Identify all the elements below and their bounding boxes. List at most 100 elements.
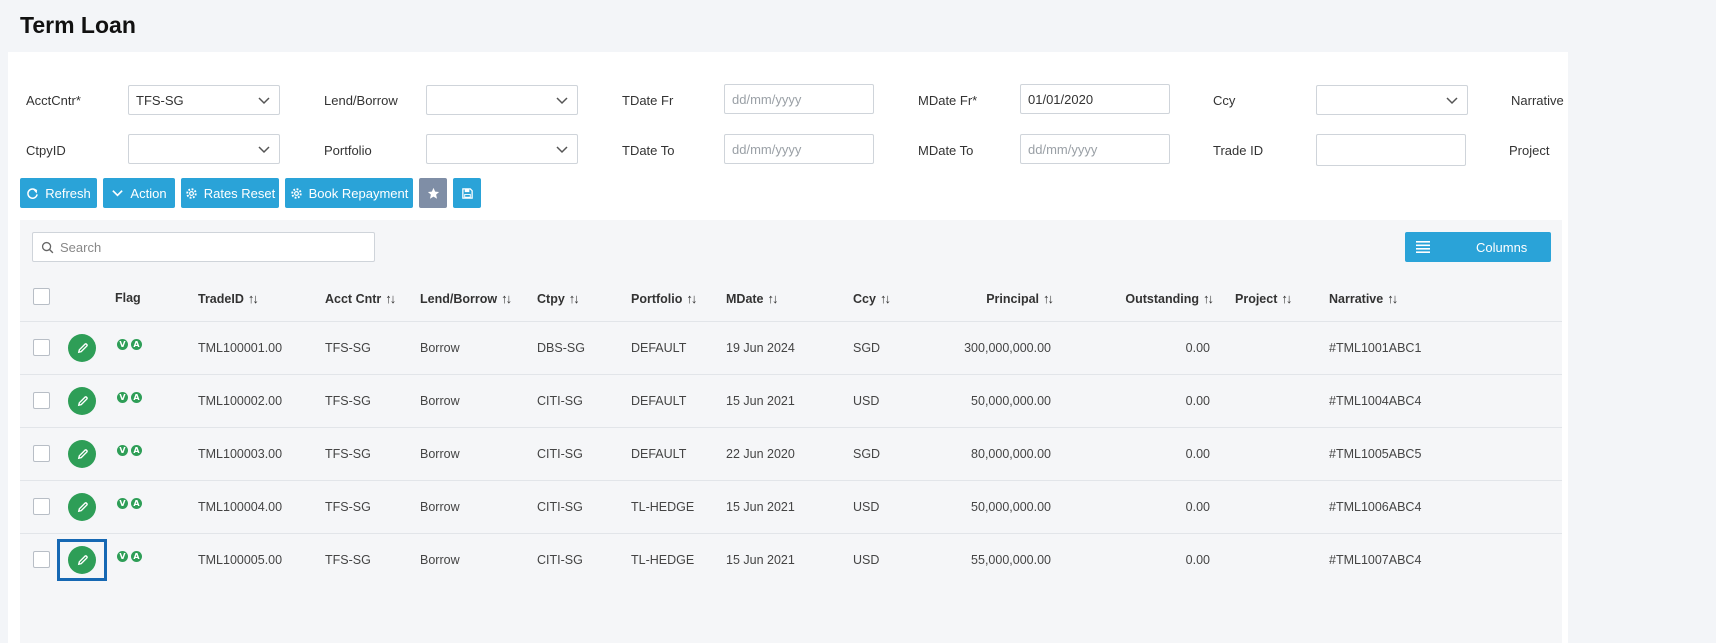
rates-reset-label: Rates Reset (203, 185, 276, 201)
flag-badge: A (131, 498, 142, 509)
sort-icon[interactable]: ↑↓ (501, 291, 512, 306)
cell-ccy: USD (853, 500, 880, 514)
sort-icon[interactable]: ↑↓ (1387, 291, 1398, 306)
header-label: Project (1235, 291, 1278, 306)
cell-lend-borrow: Borrow (420, 553, 460, 567)
cell-tradeid: TML100003.00 (198, 447, 283, 461)
book-repayment-button[interactable]: Book Repayment (285, 178, 413, 208)
action-button[interactable]: Action (103, 178, 175, 208)
search-input[interactable]: Search (32, 232, 375, 262)
cell-acct-cntr: TFS-SG (325, 341, 371, 355)
search-placeholder: Search (60, 239, 102, 255)
highlighted-edit-button (57, 539, 107, 581)
tdate-to-input[interactable]: dd/mm/yyyy (724, 134, 874, 164)
gear-icon (186, 187, 197, 199)
header-ctpy[interactable]: Ctpy ↑↓ (537, 291, 580, 306)
header-portfolio[interactable]: Portfolio ↑↓ (631, 291, 697, 306)
action-label: Action (130, 185, 167, 201)
cell-portfolio: TL-HEDGE (631, 553, 695, 567)
header-label: TradeID (198, 291, 244, 306)
cell-ccy: USD (853, 553, 880, 567)
rates-reset-button[interactable]: Rates Reset (181, 178, 279, 208)
header-narrative[interactable]: Narrative ↑↓ (1329, 291, 1398, 306)
row-checkbox[interactable] (33, 551, 50, 568)
sort-icon[interactable]: ↑↓ (569, 291, 580, 306)
edit-button[interactable] (68, 493, 96, 521)
row-checkbox[interactable] (33, 498, 50, 515)
sort-icon[interactable]: ↑↓ (686, 291, 697, 306)
pencil-icon (77, 501, 88, 512)
pencil-icon (77, 342, 88, 353)
sort-icon[interactable]: ↑↓ (385, 291, 396, 306)
page-title: Term Loan (20, 12, 136, 38)
header-tradeid[interactable]: TradeID ↑↓ (198, 291, 259, 306)
sort-icon[interactable]: ↑↓ (880, 291, 891, 306)
header-lend-borrow[interactable]: Lend/Borrow ↑↓ (420, 291, 512, 306)
mdate-to-input[interactable]: dd/mm/yyyy (1020, 134, 1170, 164)
sort-icon[interactable]: ↑↓ (1043, 291, 1054, 306)
row-checkbox[interactable] (33, 445, 50, 462)
refresh-icon (27, 187, 39, 199)
save-button[interactable] (453, 178, 481, 208)
refresh-button[interactable]: Refresh (20, 178, 97, 208)
cell-tradeid: TML100004.00 (198, 500, 283, 514)
cell-lend-borrow: Borrow (420, 500, 460, 514)
flag-badge: A (131, 339, 142, 350)
header-principal[interactable]: Principal ↑↓ (940, 291, 1054, 306)
row-checkbox[interactable] (33, 392, 50, 409)
header-project[interactable]: Project ↑↓ (1235, 291, 1292, 306)
header-acct-cntr[interactable]: Acct Cntr ↑↓ (325, 291, 396, 306)
columns-button[interactable]: Columns (1405, 232, 1551, 262)
cell-mdate: 15 Jun 2021 (726, 500, 795, 514)
sort-icon[interactable]: ↑↓ (768, 291, 779, 306)
cell-outstanding: 0.00 (1185, 341, 1210, 355)
acctcntr-select[interactable]: TFS-SG (128, 85, 280, 115)
cell-acct-cntr: TFS-SG (325, 500, 371, 514)
tdate-fr-input[interactable]: dd/mm/yyyy (724, 84, 874, 114)
cell-narrative: #TML1006ABC4 (1329, 500, 1422, 514)
ccy-select[interactable] (1316, 85, 1468, 115)
cell-outstanding: 0.00 (1185, 500, 1210, 514)
cell-principal: 300,000,000.00 (964, 341, 1051, 355)
edit-button[interactable] (68, 440, 96, 468)
cell-acct-cntr: TFS-SG (325, 553, 371, 567)
ctpyid-select[interactable] (128, 134, 280, 164)
cell-mdate: 15 Jun 2021 (726, 553, 795, 567)
sort-icon[interactable]: ↑↓ (1203, 291, 1214, 306)
portfolio-select[interactable] (426, 134, 578, 164)
cell-principal: 80,000,000.00 (971, 447, 1051, 461)
trade-id-input[interactable] (1316, 134, 1466, 166)
gear-icon (290, 187, 302, 199)
select-all-checkbox[interactable] (33, 288, 50, 305)
edit-button[interactable] (68, 334, 96, 362)
mdate-fr-input[interactable]: 01/01/2020 (1020, 84, 1170, 114)
sort-icon[interactable]: ↑↓ (1281, 291, 1292, 306)
header-outstanding[interactable]: Outstanding ↑↓ (1090, 291, 1214, 306)
header-mdate[interactable]: MDate ↑↓ (726, 291, 779, 306)
tdate-to-placeholder: dd/mm/yyyy (732, 141, 802, 157)
header-label: Ccy (853, 291, 876, 306)
flag-badge: V (117, 392, 128, 403)
lend-borrow-select[interactable] (426, 85, 578, 115)
mdate-fr-label: MDate Fr* (918, 93, 978, 108)
row-checkbox[interactable] (33, 339, 50, 356)
cell-mdate: 22 Jun 2020 (726, 447, 795, 461)
cell-tradeid: TML100001.00 (198, 341, 283, 355)
cell-ctpy: DBS-SG (537, 341, 585, 355)
header-label: Acct Cntr (325, 291, 382, 306)
cell-tradeid: TML100002.00 (198, 394, 283, 408)
ccy-label: Ccy (1213, 93, 1236, 108)
cell-narrative: #TML1004ABC4 (1329, 394, 1422, 408)
cell-lend-borrow: Borrow (420, 341, 460, 355)
cell-tradeid: TML100005.00 (198, 553, 283, 567)
sort-icon[interactable]: ↑↓ (248, 291, 259, 306)
edit-button[interactable] (68, 387, 96, 415)
acctcntr-label: AcctCntr* (26, 93, 81, 108)
header-label: Lend/Borrow (420, 291, 498, 306)
cell-outstanding: 0.00 (1185, 447, 1210, 461)
header-ccy[interactable]: Ccy ↑↓ (853, 291, 891, 306)
favorite-button[interactable] (419, 178, 447, 208)
header-label: Ctpy (537, 291, 565, 306)
book-repayment-label: Book Repayment (308, 185, 409, 201)
cell-lend-borrow: Borrow (420, 447, 460, 461)
